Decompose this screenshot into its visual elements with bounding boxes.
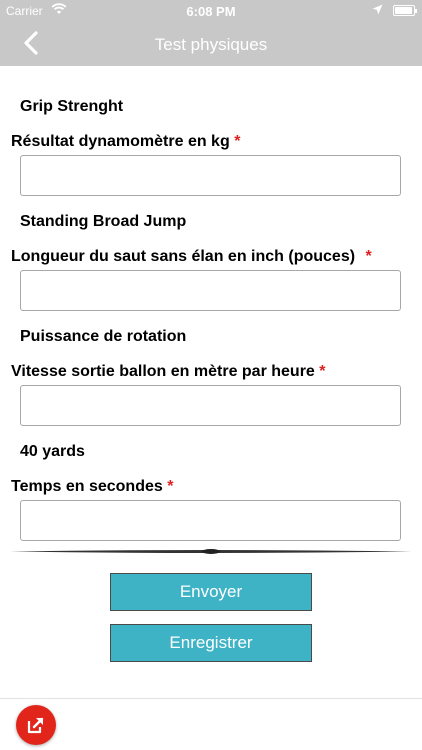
dynamometer-result-input[interactable] xyxy=(20,155,401,196)
page-title: Test physiques xyxy=(154,35,268,54)
section-title-40-yards: 40 yards xyxy=(20,443,85,460)
bottom-bar xyxy=(0,698,422,750)
field-label-text: Temps en secondes xyxy=(11,478,163,495)
field-label-dynamometer: Résultat dynamomètre en kg * xyxy=(11,133,240,151)
field-label-jump-length: Longueur du saut sans élan en inch (pouc… xyxy=(11,248,372,266)
location-arrow-icon xyxy=(372,4,383,15)
decorative-divider xyxy=(10,549,412,554)
required-marker: * xyxy=(234,133,241,150)
required-marker: * xyxy=(319,363,326,380)
field-label-ball-speed: Vitesse sortie ballon en mètre par heure… xyxy=(11,363,326,381)
section-title-broad-jump: Standing Broad Jump xyxy=(20,213,187,230)
field-label-text: Vitesse sortie ballon en mètre par heure xyxy=(11,363,315,380)
field-label-text: Résultat dynamomètre en kg xyxy=(11,133,230,150)
send-button[interactable]: Envoyer xyxy=(110,573,312,611)
status-bar: Carrier 6:08 PM xyxy=(0,0,422,22)
ball-speed-input[interactable] xyxy=(20,385,401,426)
save-button[interactable]: Enregistrer xyxy=(110,624,312,662)
share-export-icon xyxy=(27,717,44,734)
field-label-time-seconds: Temps en secondes * xyxy=(11,478,173,496)
required-marker: * xyxy=(167,478,174,495)
share-export-button[interactable] xyxy=(16,705,56,745)
status-time: 6:08 PM xyxy=(186,4,236,19)
section-title-rotation-power: Puissance de rotation xyxy=(20,328,187,345)
battery-icon xyxy=(393,5,417,16)
section-title-grip-strength: Grip Strenght xyxy=(20,98,124,115)
time-seconds-input[interactable] xyxy=(20,500,401,541)
required-marker: * xyxy=(365,248,372,265)
navigation-bar: Carrier 6:08 PM Test physiques xyxy=(0,0,422,66)
field-label-text: Longueur du saut sans élan en inch (pouc… xyxy=(11,248,356,265)
jump-length-input[interactable] xyxy=(20,270,401,311)
